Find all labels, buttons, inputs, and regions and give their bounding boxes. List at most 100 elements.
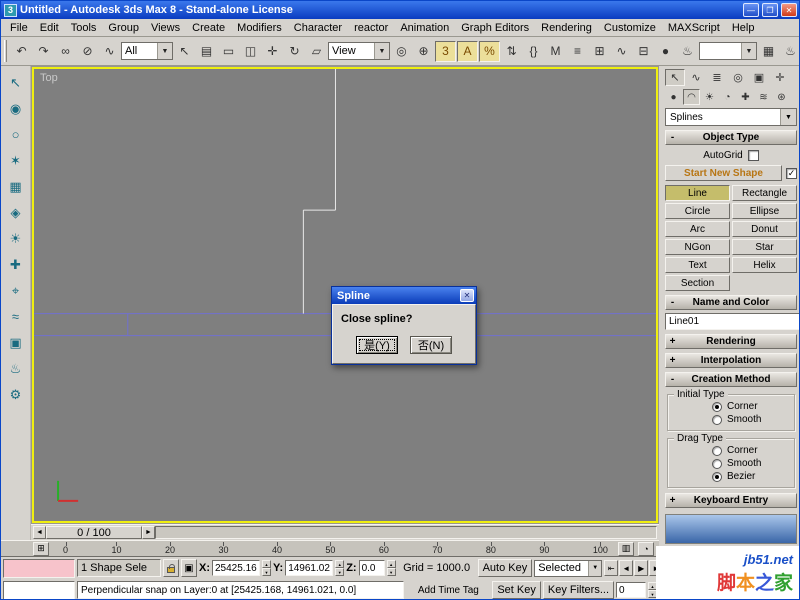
named-selection-sets-icon[interactable]: {} bbox=[523, 41, 544, 62]
menu-item[interactable]: Graph Editors bbox=[455, 20, 535, 36]
target-tab-icon[interactable]: ⌖ bbox=[4, 279, 28, 302]
maximize-icon[interactable]: ❐ bbox=[762, 3, 778, 17]
shape-button[interactable]: Section bbox=[665, 275, 730, 291]
time-slider-prev-icon[interactable]: ◄ bbox=[33, 526, 46, 539]
geometry-tab-icon[interactable]: ◉ bbox=[4, 97, 28, 120]
menu-item[interactable]: reactor bbox=[348, 20, 394, 36]
toolbar-grip[interactable] bbox=[4, 40, 7, 62]
snaps-toggle-icon[interactable]: 3 bbox=[435, 41, 456, 62]
reference-coordsys-dropdown[interactable]: View ▼ bbox=[328, 42, 390, 60]
menu-item[interactable]: Group bbox=[102, 20, 145, 36]
autogrid-checkbox[interactable] bbox=[748, 150, 759, 161]
shape-button[interactable]: NGon bbox=[665, 239, 730, 255]
shape-button[interactable]: Line bbox=[665, 185, 730, 201]
yes-button[interactable]: 是(Y) bbox=[356, 336, 398, 354]
shape-button[interactable]: Arc bbox=[665, 221, 730, 237]
shape-button[interactable]: Star bbox=[732, 239, 797, 255]
space-warps-category-icon[interactable]: ≋ bbox=[755, 89, 772, 105]
rollout-creation-method[interactable]: - Creation Method bbox=[665, 372, 797, 387]
display-panel-tab-icon[interactable]: ▣ bbox=[749, 69, 769, 86]
coord-x-input[interactable] bbox=[212, 560, 260, 576]
unlink-selection-icon[interactable]: ⊘ bbox=[77, 41, 98, 62]
add-time-tag[interactable]: Add Time Tag bbox=[406, 585, 490, 596]
track-bar-ruler[interactable]: 0102030405060708090100 bbox=[49, 541, 618, 556]
menu-item[interactable]: File bbox=[4, 20, 34, 36]
utilities-panel-tab-icon[interactable]: ✛ bbox=[770, 69, 790, 86]
start-new-shape-checkbox[interactable]: ✓ bbox=[786, 168, 797, 179]
select-arrow-tab-icon[interactable]: ↖ bbox=[4, 71, 28, 94]
coord-z-input[interactable] bbox=[359, 560, 385, 576]
select-object-icon[interactable]: ↖ bbox=[174, 41, 195, 62]
dialog-close-icon[interactable]: ✕ bbox=[460, 289, 474, 302]
shape-button[interactable]: Donut bbox=[732, 221, 797, 237]
viewport-label[interactable]: Top bbox=[40, 72, 58, 84]
start-new-shape-button[interactable]: Start New Shape bbox=[665, 165, 782, 181]
key-filters-button[interactable]: Key Filters... bbox=[543, 581, 614, 599]
lights-tab-icon[interactable]: ☀ bbox=[4, 227, 28, 250]
motion-tab-icon[interactable]: ◎ bbox=[728, 69, 748, 86]
undo-icon[interactable]: ↶ bbox=[11, 41, 32, 62]
use-pivot-center-icon[interactable]: ◎ bbox=[391, 41, 412, 62]
rectangular-selection-region-icon[interactable]: ▭ bbox=[218, 41, 239, 62]
time-slider-handle[interactable]: 0 / 100 bbox=[46, 526, 142, 539]
spinner-icon[interactable]: ▲▼ bbox=[387, 560, 396, 576]
select-and-rotate-icon[interactable]: ↻ bbox=[284, 41, 305, 62]
time-slider-next-icon[interactable]: ► bbox=[142, 526, 155, 539]
object-name-input[interactable] bbox=[665, 313, 800, 330]
menu-item[interactable]: Views bbox=[145, 20, 186, 36]
select-and-scale-icon[interactable]: ▱ bbox=[306, 41, 327, 62]
set-key-button[interactable]: Set Key bbox=[492, 581, 541, 599]
shape-button[interactable]: Helix bbox=[732, 257, 797, 273]
display-tab-icon[interactable]: ▣ bbox=[4, 331, 28, 354]
menu-item[interactable]: Animation bbox=[394, 20, 455, 36]
time-configuration-icon[interactable]: ◔ bbox=[638, 542, 654, 556]
drag-type-radio[interactable]: Corner bbox=[712, 445, 794, 456]
shapes-category-icon[interactable]: ◠ bbox=[683, 89, 700, 105]
hierarchy-tab-icon[interactable]: ≣ bbox=[707, 69, 727, 86]
maxscript-mini-listener[interactable] bbox=[3, 559, 75, 578]
utilities-tab-icon[interactable]: ⚙ bbox=[4, 383, 28, 406]
quick-render-icon[interactable]: ♨ bbox=[780, 41, 799, 62]
render-preset-dropdown[interactable]: ▼ bbox=[699, 42, 757, 60]
window-crossing-toggle-icon[interactable]: ◫ bbox=[240, 41, 261, 62]
grid-tab-icon[interactable]: ▦ bbox=[4, 175, 28, 198]
bind-to-space-warp-icon[interactable]: ∿ bbox=[99, 41, 120, 62]
rollout-keyboard-entry[interactable]: + Keyboard Entry bbox=[665, 493, 797, 508]
rollout-object-type[interactable]: - Object Type bbox=[665, 130, 797, 145]
go-to-start-icon[interactable]: ⇤ bbox=[604, 560, 618, 576]
redo-icon[interactable]: ↷ bbox=[33, 41, 54, 62]
shape-button[interactable]: Circle bbox=[665, 203, 730, 219]
material-editor-icon[interactable]: ● bbox=[655, 41, 676, 62]
initial-type-radio[interactable]: Corner bbox=[712, 401, 794, 412]
show-curves-toggle-icon[interactable]: ⊞ bbox=[33, 542, 49, 556]
spinner-snap-icon[interactable]: ⇅ bbox=[501, 41, 522, 62]
menu-item[interactable]: Modifiers bbox=[231, 20, 288, 36]
drag-type-radio[interactable]: Bezier bbox=[712, 471, 794, 482]
percent-snap-icon[interactable]: % bbox=[479, 41, 500, 62]
no-button[interactable]: 否(N) bbox=[410, 336, 452, 354]
time-slider-track[interactable] bbox=[155, 526, 657, 539]
render-tab-icon[interactable]: ♨ bbox=[4, 357, 28, 380]
previous-frame-icon[interactable]: ◄ bbox=[619, 560, 633, 576]
menu-item[interactable]: Create bbox=[186, 20, 231, 36]
rollout-rendering[interactable]: + Rendering bbox=[665, 334, 797, 349]
spinner-icon[interactable]: ▲▼ bbox=[262, 560, 271, 576]
angle-snap-icon[interactable]: A bbox=[457, 41, 478, 62]
selection-lock-icon[interactable] bbox=[163, 559, 179, 577]
mirror-icon[interactable]: M bbox=[545, 41, 566, 62]
drag-type-radio[interactable]: Smooth bbox=[712, 458, 794, 469]
render-type-icon[interactable]: ▦ bbox=[758, 41, 779, 62]
modify-tab-icon[interactable]: ∿ bbox=[686, 69, 706, 86]
menu-item[interactable]: Edit bbox=[34, 20, 65, 36]
space-warps-tab-icon[interactable]: ≈ bbox=[4, 305, 28, 328]
key-mode-dropdown[interactable]: Selected ▼ bbox=[534, 560, 602, 577]
menu-item[interactable]: Rendering bbox=[535, 20, 598, 36]
selection-filter-dropdown[interactable]: All ▼ bbox=[121, 42, 173, 60]
auto-key-button[interactable]: Auto Key bbox=[478, 559, 533, 577]
minimize-icon[interactable]: — bbox=[743, 3, 759, 17]
geometry-category-icon[interactable]: ● bbox=[665, 89, 682, 105]
select-and-manipulate-icon[interactable]: ⊕ bbox=[413, 41, 434, 62]
spinner-icon[interactable]: ▲▼ bbox=[335, 560, 344, 576]
cameras-category-icon[interactable]: ◔ bbox=[719, 89, 736, 105]
shape-subcategory-dropdown[interactable]: Splines ▼ bbox=[665, 108, 797, 126]
